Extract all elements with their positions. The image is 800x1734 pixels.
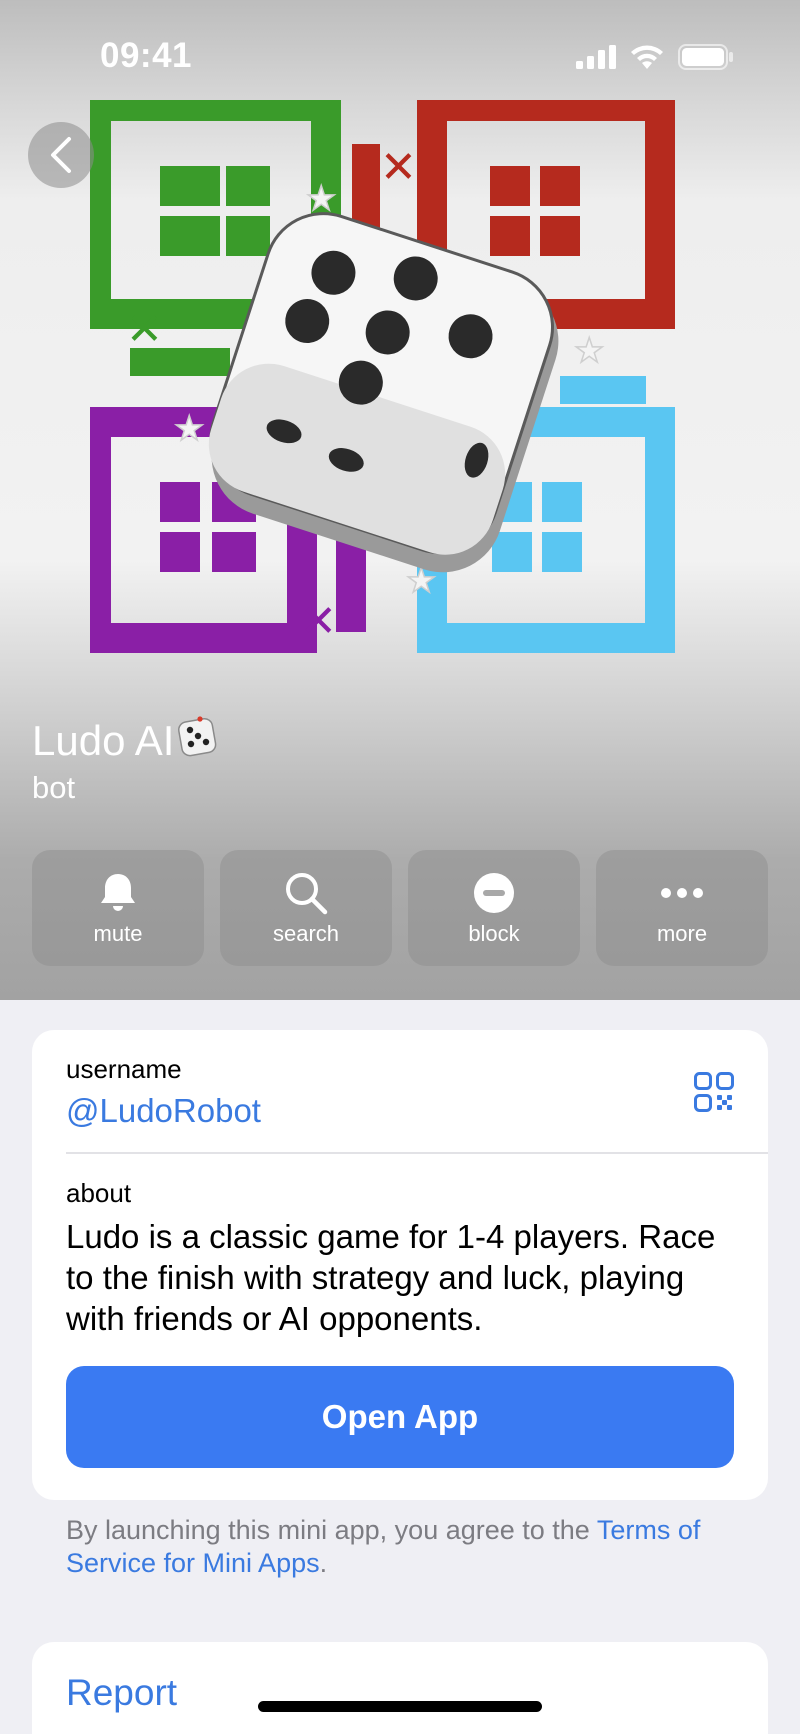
back-button[interactable]	[28, 122, 94, 188]
svg-text:✕: ✕	[380, 142, 417, 193]
terms-prefix: By launching this mini app, you agree to…	[66, 1515, 597, 1545]
svg-text:✕: ✕	[300, 596, 337, 647]
block-button[interactable]: block	[408, 850, 580, 966]
more-button[interactable]: more	[596, 850, 768, 966]
divider	[66, 1152, 768, 1154]
report-button[interactable]: Report	[66, 1672, 177, 1714]
report-card: Report	[32, 1642, 768, 1734]
info-card: username @LudoRobot about Ludo is a clas…	[32, 1030, 768, 1500]
search-icon	[286, 873, 328, 915]
status-time: 09:41	[100, 36, 193, 75]
bot-name-text: Ludo AI	[32, 717, 175, 764]
svg-text:✕: ✕	[560, 396, 597, 447]
qr-code-button[interactable]	[694, 1072, 734, 1117]
bot-name: Ludo AI	[32, 714, 220, 768]
more-icon	[661, 888, 703, 898]
battery-icon	[678, 44, 733, 70]
block-icon	[474, 873, 514, 913]
about-text: Ludo is a classic game for 1-4 players. …	[66, 1218, 716, 1337]
username-label: username	[66, 1054, 182, 1084]
action-bar: mute search block more	[32, 850, 768, 966]
svg-text:✕: ✕	[126, 304, 163, 355]
terms-suffix: .	[319, 1548, 328, 1578]
profile-header: ✕ ✕ ✕ ✕ ★ ★ ★ ★ 09:41 Ludo AI bot mute s…	[0, 0, 800, 1000]
signal-icon	[576, 45, 616, 69]
search-button[interactable]: search	[220, 850, 392, 966]
ludo-board-image: ✕ ✕ ✕ ✕ ★ ★ ★ ★	[90, 100, 675, 653]
bot-kind: bot	[32, 770, 76, 805]
qr-code-icon	[694, 1072, 734, 1112]
mute-button[interactable]: mute	[32, 850, 204, 966]
home-indicator	[258, 1701, 542, 1712]
open-app-button[interactable]: Open App	[66, 1366, 734, 1468]
about-label: about	[66, 1178, 132, 1208]
status-bar: 09:41	[0, 0, 800, 120]
block-label: block	[468, 921, 520, 946]
terms-notice: By launching this mini app, you agree to…	[66, 1514, 756, 1580]
more-label: more	[656, 921, 708, 946]
mute-label: mute	[93, 921, 143, 946]
svg-text:★: ★	[574, 332, 604, 370]
username-link[interactable]: @LudoRobot	[66, 1092, 261, 1130]
search-label: search	[272, 921, 340, 946]
wifi-icon	[631, 45, 663, 69]
bell-icon	[101, 874, 135, 911]
svg-text:★: ★	[174, 410, 204, 448]
dice-icon	[176, 714, 220, 768]
chevron-left-icon	[51, 137, 71, 173]
